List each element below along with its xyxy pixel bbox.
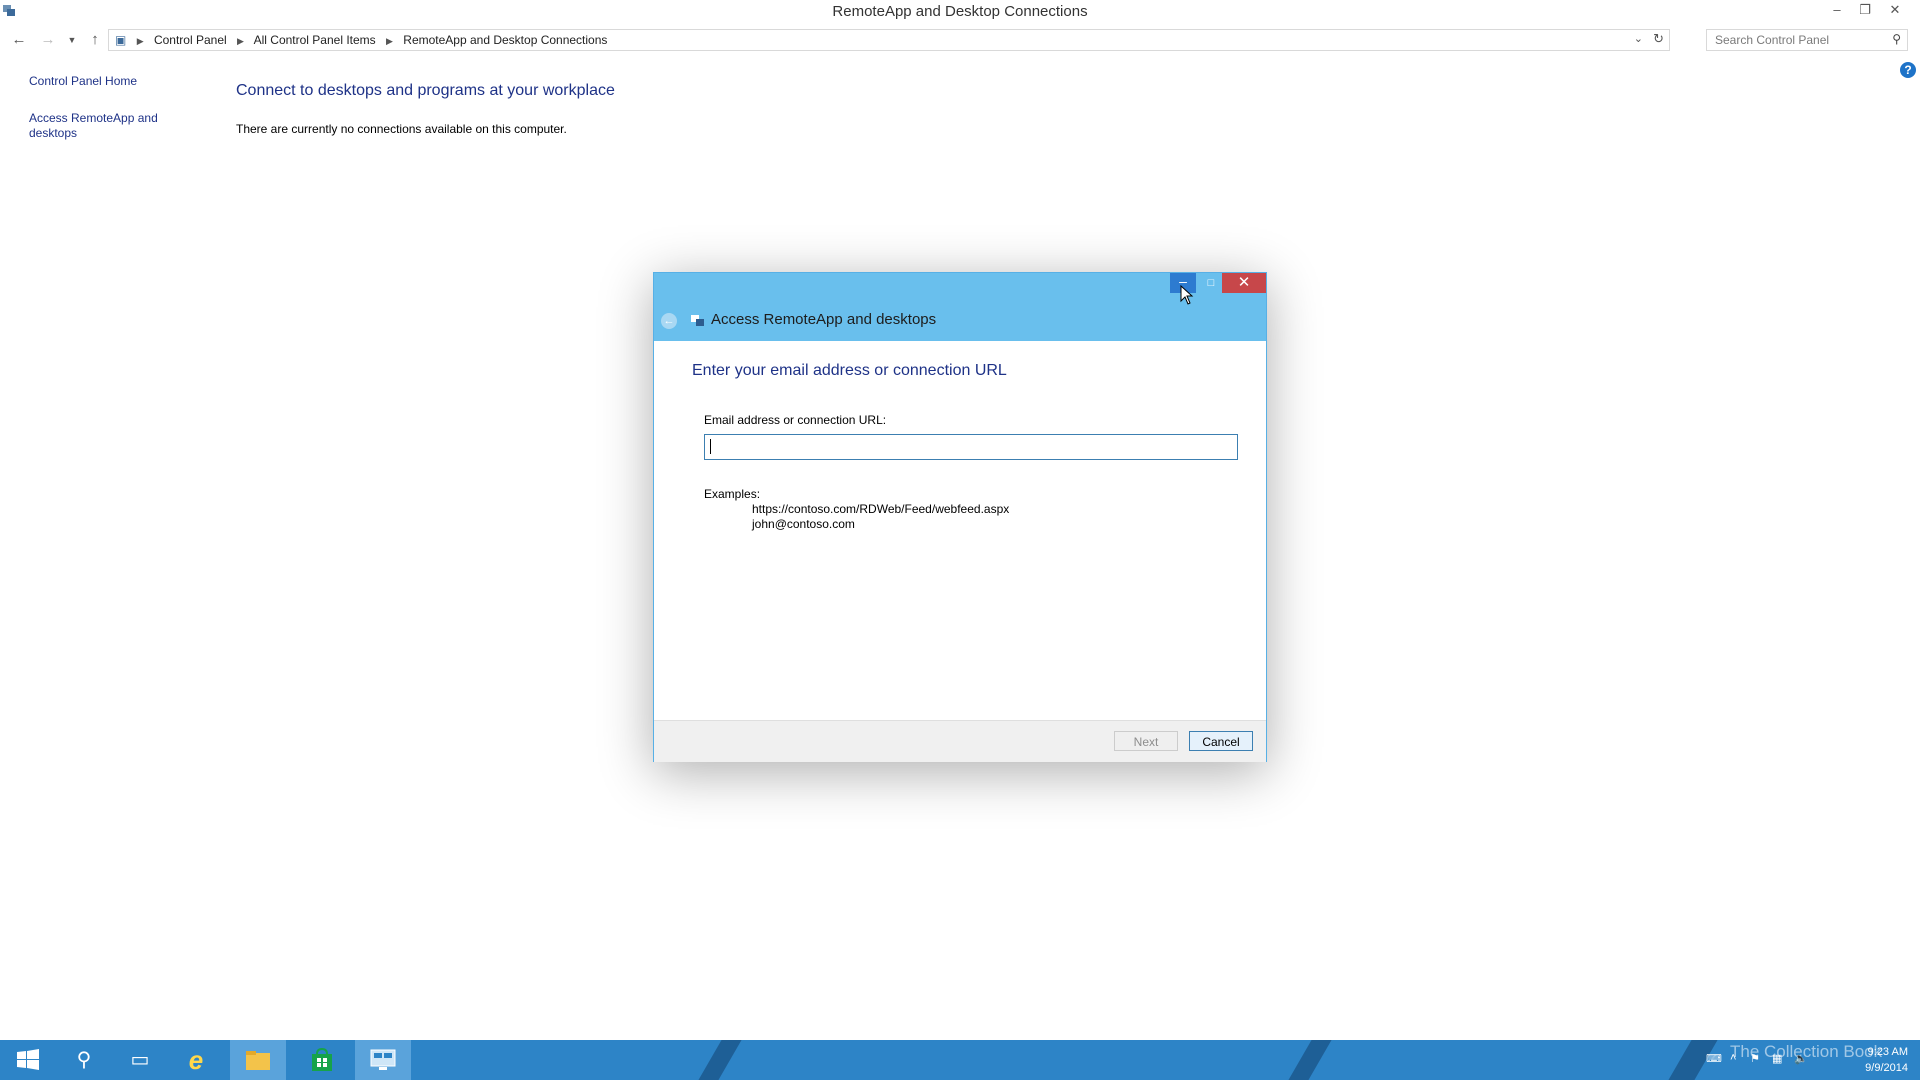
file-explorer-button[interactable] (230, 1040, 286, 1080)
search-icon[interactable]: ⚲ (1892, 32, 1901, 46)
start-button[interactable] (0, 1040, 56, 1080)
task-view-icon: ▭ (130, 1049, 150, 1071)
taskbar: ⚲ ▭ e The Collection Book ⌨ ˄ ⚑ ▦ 🔈 9:23… (0, 1040, 1920, 1080)
control-panel-home-link[interactable]: Control Panel Home (29, 74, 179, 89)
recent-locations-chevron-icon[interactable]: ▼ (62, 30, 82, 50)
keyboard-icon[interactable]: ⌨ (1706, 1052, 1722, 1066)
clock-date[interactable]: 9/9/2014 (1865, 1062, 1908, 1074)
up-arrow-icon[interactable]: ↑ (85, 30, 105, 50)
minimize-button[interactable]: – (1822, 0, 1852, 20)
remoteapp-icon (691, 315, 704, 326)
window-title: RemoteApp and Desktop Connections (832, 3, 1088, 20)
refresh-icon[interactable]: ↻ (1653, 31, 1664, 47)
close-button[interactable]: ✕ (1880, 0, 1910, 20)
status-text: There are currently no connections avail… (236, 122, 567, 136)
text-caret (710, 439, 711, 454)
search-input[interactable]: Search Control Panel ⚲ (1706, 29, 1908, 51)
breadcrumb-control-panel[interactable]: Control Panel (154, 33, 227, 47)
access-remoteapp-link[interactable]: Access RemoteApp and desktops (29, 111, 179, 141)
system-tray: ⌨ ˄ ⚑ ▦ 🔈 9:23 AM 9/9/2014 (1688, 1040, 1908, 1080)
page-heading: Connect to desktops and programs at your… (236, 82, 615, 99)
access-remoteapp-dialog: – □ ✕ ← Access RemoteApp and desktops En… (653, 272, 1267, 762)
action-center-flag-icon[interactable]: ⚑ (1750, 1052, 1764, 1066)
help-icon[interactable]: ? (1900, 62, 1916, 78)
dialog-footer: Next Cancel (654, 720, 1266, 762)
volume-icon[interactable]: 🔈 (1794, 1052, 1808, 1066)
search-icon: ⚲ (76, 1049, 92, 1071)
breadcrumb-separator-icon[interactable]: ▶ (137, 36, 144, 46)
url-field-label: Email address or connection URL: (704, 413, 887, 427)
task-view-button[interactable]: ▭ (112, 1040, 168, 1080)
taskbar-decoration (692, 1040, 748, 1080)
back-arrow-icon[interactable]: ← (9, 30, 29, 50)
dialog-close-button[interactable]: ✕ (1222, 273, 1266, 293)
restore-button[interactable]: ❐ (1850, 0, 1880, 20)
breadcrumb: ▣ ▶ Control Panel ▶ All Control Panel It… (115, 33, 607, 47)
dialog-back-icon[interactable]: ← (661, 313, 677, 329)
show-hidden-icons-chevron-icon[interactable]: ˄ (1730, 1052, 1744, 1066)
address-dropdown-icon[interactable]: ⌄ (1634, 32, 1643, 45)
cancel-button[interactable]: Cancel (1189, 731, 1253, 751)
breadcrumb-separator-icon[interactable]: ▶ (237, 36, 244, 46)
file-explorer-icon (246, 1051, 270, 1070)
address-bar[interactable]: ▣ ▶ Control Panel ▶ All Control Panel It… (108, 29, 1670, 51)
store-icon (312, 1047, 332, 1071)
remote-desktop-icon (370, 1049, 396, 1070)
forward-arrow-icon[interactable]: → (38, 30, 58, 50)
breadcrumb-current[interactable]: RemoteApp and Desktop Connections (403, 33, 607, 47)
control-panel-small-icon: ▣ (115, 33, 127, 47)
email-or-url-input[interactable] (704, 434, 1238, 460)
dialog-maximize-button[interactable]: □ (1198, 273, 1224, 293)
taskbar-decoration (1282, 1040, 1338, 1080)
clock-time[interactable]: 9:23 AM (1868, 1046, 1908, 1058)
examples-label: Examples: (704, 487, 761, 501)
internet-explorer-icon: e (188, 1045, 204, 1075)
search-placeholder: Search Control Panel (1715, 33, 1830, 47)
mouse-pointer-icon (1180, 285, 1194, 305)
example-email: john@contoso.com (752, 517, 855, 531)
breadcrumb-all-items[interactable]: All Control Panel Items (254, 33, 376, 47)
start-icon (17, 1049, 39, 1070)
dialog-title: Access RemoteApp and desktops (711, 311, 937, 328)
dialog-heading: Enter your email address or connection U… (692, 362, 1007, 379)
example-url: https://contoso.com/RDWeb/Feed/webfeed.a… (752, 502, 1010, 516)
navigation-bar: ← → ▼ ↑ ▣ ▶ Control Panel ▶ All Control … (0, 28, 1920, 52)
internet-explorer-button[interactable]: e (168, 1040, 224, 1080)
store-button[interactable] (294, 1040, 350, 1080)
search-button[interactable]: ⚲ (56, 1040, 112, 1080)
remote-desktop-button[interactable] (355, 1040, 411, 1080)
left-task-pane: Control Panel Home Access RemoteApp and … (29, 74, 179, 163)
window-titlebar[interactable]: RemoteApp and Desktop Connections – ❐ ✕ (0, 0, 1920, 22)
breadcrumb-separator-icon[interactable]: ▶ (386, 36, 393, 46)
next-button[interactable]: Next (1114, 731, 1178, 751)
network-icon[interactable]: ▦ (1772, 1052, 1786, 1066)
dialog-header[interactable]: – □ ✕ ← Access RemoteApp and desktops (654, 273, 1266, 341)
